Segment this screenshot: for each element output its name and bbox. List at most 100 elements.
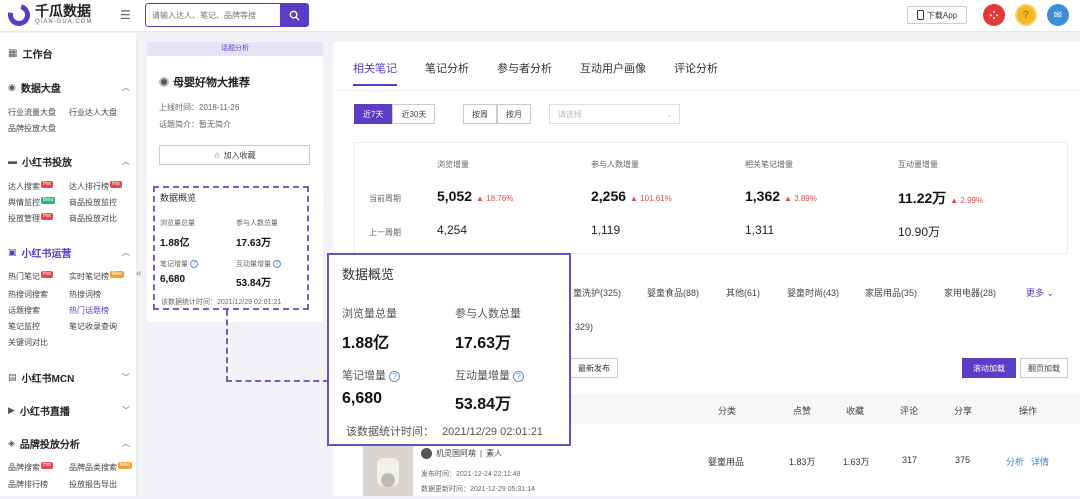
- sidebar-item[interactable]: 品牌投放大盘: [8, 123, 56, 134]
- sidebar-section-live[interactable]: ▶ 小红书直播 ﹀: [8, 402, 130, 418]
- collapse-sidebar-icon[interactable]: «: [136, 268, 142, 279]
- mail-icon[interactable]: ✉: [1047, 4, 1069, 26]
- sidebar-item[interactable]: 笔记收录查询: [69, 321, 117, 332]
- category-filter[interactable]: 婴童时尚(43): [787, 286, 839, 299]
- help-icon[interactable]: ?: [1015, 4, 1037, 26]
- notes-value: 6,680: [160, 274, 186, 285]
- sidebar-item[interactable]: 热搜词搜索: [8, 289, 48, 300]
- column-header[interactable]: 评论: [900, 404, 918, 417]
- logo-domain: QIAN-GUA.COM: [35, 19, 93, 25]
- range-30d-button[interactable]: 近30天: [392, 104, 436, 124]
- category-filter[interactable]: 家用电器(28): [944, 286, 996, 299]
- column-header[interactable]: 分类: [718, 404, 736, 417]
- hot-badge: Hot: [41, 462, 53, 469]
- sidebar-item[interactable]: 品牌品类搜索 New: [69, 462, 133, 473]
- scroll-load-button[interactable]: 滚动加载: [962, 358, 1016, 378]
- search-button[interactable]: [280, 4, 308, 26]
- sort-newest-button[interactable]: 最新发布: [570, 358, 618, 378]
- grid-icon: ▦: [8, 47, 18, 59]
- sidebar-section-placement[interactable]: ▬ 小红书投放 ︿: [8, 153, 130, 169]
- column-header[interactable]: 分享: [954, 404, 972, 417]
- sidebar-item[interactable]: 达人排行榜 Hot: [69, 181, 122, 192]
- apps-grid-icon[interactable]: ⁘: [983, 4, 1005, 26]
- page-load-button[interactable]: 翻页加载: [1020, 358, 1068, 378]
- question-icon[interactable]: ?: [189, 260, 198, 269]
- sidebar-item[interactable]: 商品投放监控: [69, 197, 117, 208]
- note-author[interactable]: 机灵国阿萌 | 素人: [421, 448, 502, 459]
- row-comments: 317: [902, 455, 918, 465]
- category-filter[interactable]: 家居用品(35): [865, 286, 917, 299]
- download-app-button[interactable]: 下载App: [907, 6, 967, 24]
- sidebar-item[interactable]: 实时笔记榜 New: [69, 271, 125, 282]
- sidebar-item[interactable]: 关键词对比: [8, 337, 48, 348]
- more-categories-link[interactable]: 更多 ⌄: [1026, 286, 1054, 299]
- views-label: 浏览量总量: [342, 308, 397, 320]
- sidebar-item[interactable]: 达人搜索 Hot: [8, 181, 53, 192]
- tab-participant-analysis[interactable]: 参与者分析: [497, 60, 552, 86]
- sidebar-section-brand[interactable]: ◈ 品牌投放分析 ︿: [8, 435, 130, 451]
- row-likes: 1.83万: [789, 457, 816, 467]
- tab-related-notes[interactable]: 相关笔记: [353, 60, 397, 86]
- note-thumbnail[interactable]: [363, 446, 413, 496]
- sidebar-item-workbench[interactable]: ▦ 工作台: [8, 45, 130, 61]
- period-week-button[interactable]: 按周: [463, 104, 497, 124]
- sidebar-item[interactable]: 舆情监控 Beta: [8, 197, 56, 208]
- category-filter[interactable]: 婴童食品(88): [647, 286, 699, 299]
- search-icon: [289, 10, 300, 21]
- sidebar-item[interactable]: 热搜词榜: [69, 289, 101, 300]
- interact-label: 互动量增量 ?: [236, 259, 281, 269]
- category-filter[interactable]: 其他(61): [726, 286, 760, 299]
- topic-icon: [159, 77, 169, 87]
- current-value: 1,362 ▲ 3.89%: [745, 188, 817, 204]
- popup-title: 数据概览: [342, 267, 395, 282]
- range-7d-button[interactable]: 近7天: [354, 104, 393, 124]
- sidebar-section-dashboard[interactable]: ◉ 数据大盘 ︿: [8, 79, 130, 95]
- participants-label: 参与人数总量: [236, 220, 278, 227]
- sidebar-item[interactable]: 行业达人大盘: [69, 107, 117, 118]
- category-filter[interactable]: 童洗护(325): [573, 286, 621, 299]
- sidebar-section-operation[interactable]: ▣ 小红书运营 ︿: [8, 244, 130, 260]
- sidebar-item[interactable]: 热门笔记 Hot: [8, 271, 53, 282]
- mcn-icon: ▤: [8, 371, 17, 382]
- period-month-button[interactable]: 按月: [497, 104, 531, 124]
- question-icon[interactable]: ?: [389, 370, 401, 382]
- chevron-down-icon: ﹀: [122, 405, 130, 415]
- menu-toggle-icon[interactable]: ☰: [120, 8, 131, 22]
- logo[interactable]: 千瓜数据 QIAN-GUA.COM: [3, 0, 93, 31]
- sidebar-item[interactable]: 投放管理 Hot: [8, 213, 53, 224]
- row-favorites: 1.63万: [843, 457, 870, 467]
- previous-value: 1,311: [745, 223, 775, 237]
- period-select[interactable]: 请选择 ⌄: [549, 104, 680, 124]
- range-toggle: 近7天 近30天: [354, 104, 436, 124]
- brand-icon: ◈: [8, 437, 15, 448]
- chevron-up-icon: ︿: [122, 438, 130, 448]
- chart-icon: ▣: [8, 246, 17, 257]
- logo-mark-icon: [3, 0, 35, 31]
- sidebar-item[interactable]: 品牌搜索 Hot: [8, 462, 53, 473]
- sidebar-item[interactable]: 商品投放对比: [69, 213, 117, 224]
- sidebar-item[interactable]: 投放报告导出: [69, 479, 117, 490]
- sidebar-item[interactable]: 笔记监控: [8, 321, 40, 332]
- sidebar-item-active[interactable]: 热门话题榜: [69, 305, 109, 316]
- detail-link[interactable]: 详情: [1031, 455, 1049, 468]
- question-icon[interactable]: ?: [272, 260, 281, 269]
- question-icon[interactable]: ?: [513, 370, 525, 382]
- column-header[interactable]: 点赞: [793, 404, 811, 417]
- search-input[interactable]: [146, 4, 276, 26]
- sidebar-item[interactable]: 话题搜索: [8, 305, 40, 316]
- tab-note-analysis[interactable]: 笔记分析: [425, 60, 469, 86]
- sidebar-section-mcn[interactable]: ▤ 小红书MCN ﹀: [8, 369, 130, 385]
- add-favorite-button[interactable]: ☆ 加入收藏: [159, 145, 310, 165]
- section-title: 品牌投放分析: [19, 439, 80, 451]
- section-title: 小红书运营: [21, 248, 72, 260]
- online-time: 上线时间：2018-11-26: [159, 103, 240, 112]
- participants-label: 参与人数总量: [455, 308, 521, 320]
- tab-comment-analysis[interactable]: 评论分析: [674, 60, 718, 86]
- column-header[interactable]: 收藏: [846, 404, 864, 417]
- analyze-link[interactable]: 分析: [1006, 455, 1024, 468]
- sidebar-item[interactable]: 行业流量大盘: [8, 107, 56, 118]
- tab-user-portrait[interactable]: 互动用户画像: [580, 60, 646, 86]
- sidebar-item[interactable]: 品牌排行榜: [8, 479, 48, 490]
- row-category: 婴童用品: [708, 457, 745, 467]
- stat-header: 浏览增量: [437, 160, 469, 169]
